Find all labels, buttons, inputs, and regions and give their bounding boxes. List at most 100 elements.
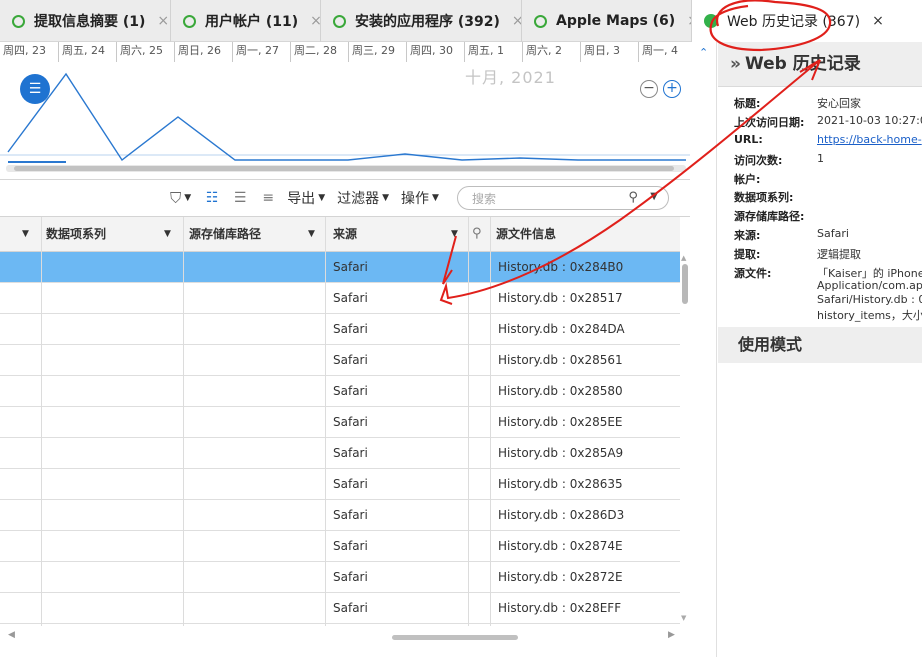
column-header-family[interactable]: 数据项系列: [46, 217, 106, 252]
source-file-cell: History.db : 0x286D3: [498, 508, 625, 522]
detail-view-icon[interactable]: ☷: [203, 190, 221, 206]
collapse-panel-icon[interactable]: ⌃: [699, 46, 708, 59]
chevron-down-icon: ▼: [184, 193, 192, 203]
table-row[interactable]: Safari History.db : 0x286D3: [0, 500, 680, 531]
source-cell: Safari: [333, 415, 368, 429]
table-vertical-scrollbar[interactable]: ▲ ▼: [680, 252, 690, 626]
scrollbar-thumb[interactable]: [14, 166, 674, 171]
table-row[interactable]: Safari History.db : 0x28EFF: [0, 593, 680, 624]
table-row[interactable]: Safari History.db : 0x28635: [0, 469, 680, 500]
timeline-list-icon[interactable]: ☰: [20, 74, 50, 104]
day-label: 周四, 30: [406, 42, 464, 62]
column-header-source[interactable]: 来源: [333, 217, 357, 252]
tab-extraction-summary[interactable]: 提取信息摘要 (1) ×: [0, 0, 171, 42]
status-ring-icon: [183, 14, 196, 28]
tab-installed-apps[interactable]: 安装的应用程序 (392) ×: [321, 0, 522, 42]
sort-icon[interactable]: ▼: [22, 217, 29, 252]
toolbar: ⛉ ▼ ☷ ☰ ≡ 导出 ▼ 过滤器 ▼ 操作 ▼ 搜索 ⚲ ▼: [0, 180, 690, 216]
table-row[interactable]: Safari History.db : 0x284DA: [0, 314, 680, 345]
column-divider: [490, 217, 491, 626]
export-menu[interactable]: 导出 ▼: [287, 188, 325, 208]
tab-label: 用户帐户 (11): [205, 14, 299, 30]
usage-pattern-header[interactable]: 使用模式: [718, 327, 922, 363]
close-icon[interactable]: ×: [872, 13, 884, 29]
table-row[interactable]: Safari History.db : 0x285A9: [0, 438, 680, 469]
table-row[interactable]: Safari History.db : 0x28580: [0, 376, 680, 407]
field-key: 访问次数:: [734, 154, 783, 167]
scroll-right-icon[interactable]: ▶: [668, 630, 675, 640]
field-value: 1: [817, 152, 824, 165]
table-row[interactable]: Safari History.db : 0x28561: [0, 345, 680, 376]
timeline-day-axis: 周四, 23 周五, 24 周六, 25 周日, 26 周一, 27 周二, 2…: [0, 42, 690, 62]
field-value: 安心回家: [817, 97, 861, 110]
filter-menu[interactable]: 过滤器 ▼: [337, 188, 389, 208]
detail-panel-header[interactable]: » Web 历史记录: [718, 42, 922, 87]
day-label: 周四, 23: [3, 44, 46, 57]
field-value: Application/com.ap: [817, 279, 922, 292]
day-label: 周五, 1: [464, 42, 522, 62]
zoom-in-button[interactable]: +: [663, 80, 681, 98]
sort-icon[interactable]: ▼: [308, 217, 315, 252]
table-row[interactable]: Safari History.db : 0x2874E: [0, 531, 680, 562]
sort-icon[interactable]: ▼: [451, 217, 458, 252]
sort-icon[interactable]: ▼: [164, 217, 171, 252]
table-row[interactable]: Safari History.db : 0x2872E: [0, 562, 680, 593]
day-label: 周二, 28: [290, 42, 348, 62]
scroll-down-icon[interactable]: ▼: [681, 614, 686, 622]
panel-divider[interactable]: [716, 42, 717, 657]
field-key: 帐户:: [734, 173, 761, 186]
table-row[interactable]: Safari History.db : 0x284B0: [0, 252, 680, 283]
field-value: 2021-10-03 10:27:0: [817, 114, 922, 127]
scrollbar-thumb[interactable]: [682, 264, 688, 304]
field-key: 来源:: [734, 229, 761, 242]
actions-menu[interactable]: 操作 ▼: [401, 188, 439, 208]
double-chevron-icon[interactable]: »: [730, 54, 741, 74]
timeline-graph: [0, 72, 690, 163]
zoom-out-button[interactable]: −: [640, 80, 658, 98]
status-ring-icon: [534, 14, 547, 28]
day-label: 周六, 2: [522, 42, 580, 62]
search-icon[interactable]: ⚲: [628, 190, 638, 205]
timeline-scrollbar[interactable]: [6, 165, 686, 172]
detail-title: Web 历史记录: [744, 54, 861, 74]
column-header-source-file[interactable]: 源文件信息: [496, 217, 556, 252]
close-icon[interactable]: ×: [512, 13, 521, 29]
tag-menu[interactable]: ⛉ ▼: [170, 189, 191, 207]
url-link[interactable]: https://back-home-: [817, 133, 922, 146]
tab-apple-maps[interactable]: Apple Maps (6) ×: [522, 0, 692, 42]
tab-strip: 提取信息摘要 (1) × 用户帐户 (11) × 安装的应用程序 (392) ×…: [0, 0, 922, 42]
export-label: 导出: [287, 191, 316, 207]
close-icon[interactable]: ×: [157, 13, 169, 29]
status-ring-icon: [333, 14, 346, 28]
field-key: 源文件:: [734, 267, 772, 280]
tab-user-accounts[interactable]: 用户帐户 (11) ×: [171, 0, 321, 42]
source-cell: Safari: [333, 446, 368, 460]
scroll-up-icon[interactable]: ▲: [681, 254, 686, 262]
compact-view-icon[interactable]: ≡: [259, 190, 277, 206]
list-view-icon[interactable]: ☰: [231, 190, 249, 206]
day-label: 周一, 27: [232, 42, 290, 62]
source-file-cell: History.db : 0x28EFF: [498, 601, 622, 615]
field-key: 提取:: [734, 248, 761, 261]
source-cell: Safari: [333, 570, 368, 584]
field-value: 逻辑提取: [817, 248, 861, 261]
timeline[interactable]: 周四, 23 周五, 24 周六, 25 周日, 26 周一, 27 周二, 2…: [0, 42, 690, 180]
source-file-cell: History.db : 0x28580: [498, 384, 623, 398]
person-icon: ⚲: [472, 226, 482, 241]
source-file-cell: History.db : 0x285A9: [498, 446, 624, 460]
chevron-down-icon[interactable]: ▼: [650, 191, 658, 202]
scrollbar-thumb[interactable]: [392, 635, 518, 640]
source-cell: Safari: [333, 291, 368, 305]
scroll-left-icon[interactable]: ◀: [8, 630, 15, 640]
filter-label: 过滤器: [337, 191, 380, 207]
column-divider: [325, 217, 326, 626]
table-horizontal-scrollbar[interactable]: ◀ ▶: [0, 626, 690, 646]
table-row[interactable]: Safari History.db : 0x28517: [0, 283, 680, 314]
close-icon[interactable]: ×: [310, 13, 320, 29]
field-value: Safari: [817, 227, 849, 240]
search-input[interactable]: 搜索 ⚲ ▼: [456, 186, 669, 210]
column-header-repo-path[interactable]: 源存储库路径: [189, 217, 261, 252]
tab-web-history[interactable]: Web 历史记录 (367) ×: [692, 0, 922, 42]
table-row[interactable]: Safari History.db : 0x285EE: [0, 407, 680, 438]
status-bar: [0, 646, 690, 657]
